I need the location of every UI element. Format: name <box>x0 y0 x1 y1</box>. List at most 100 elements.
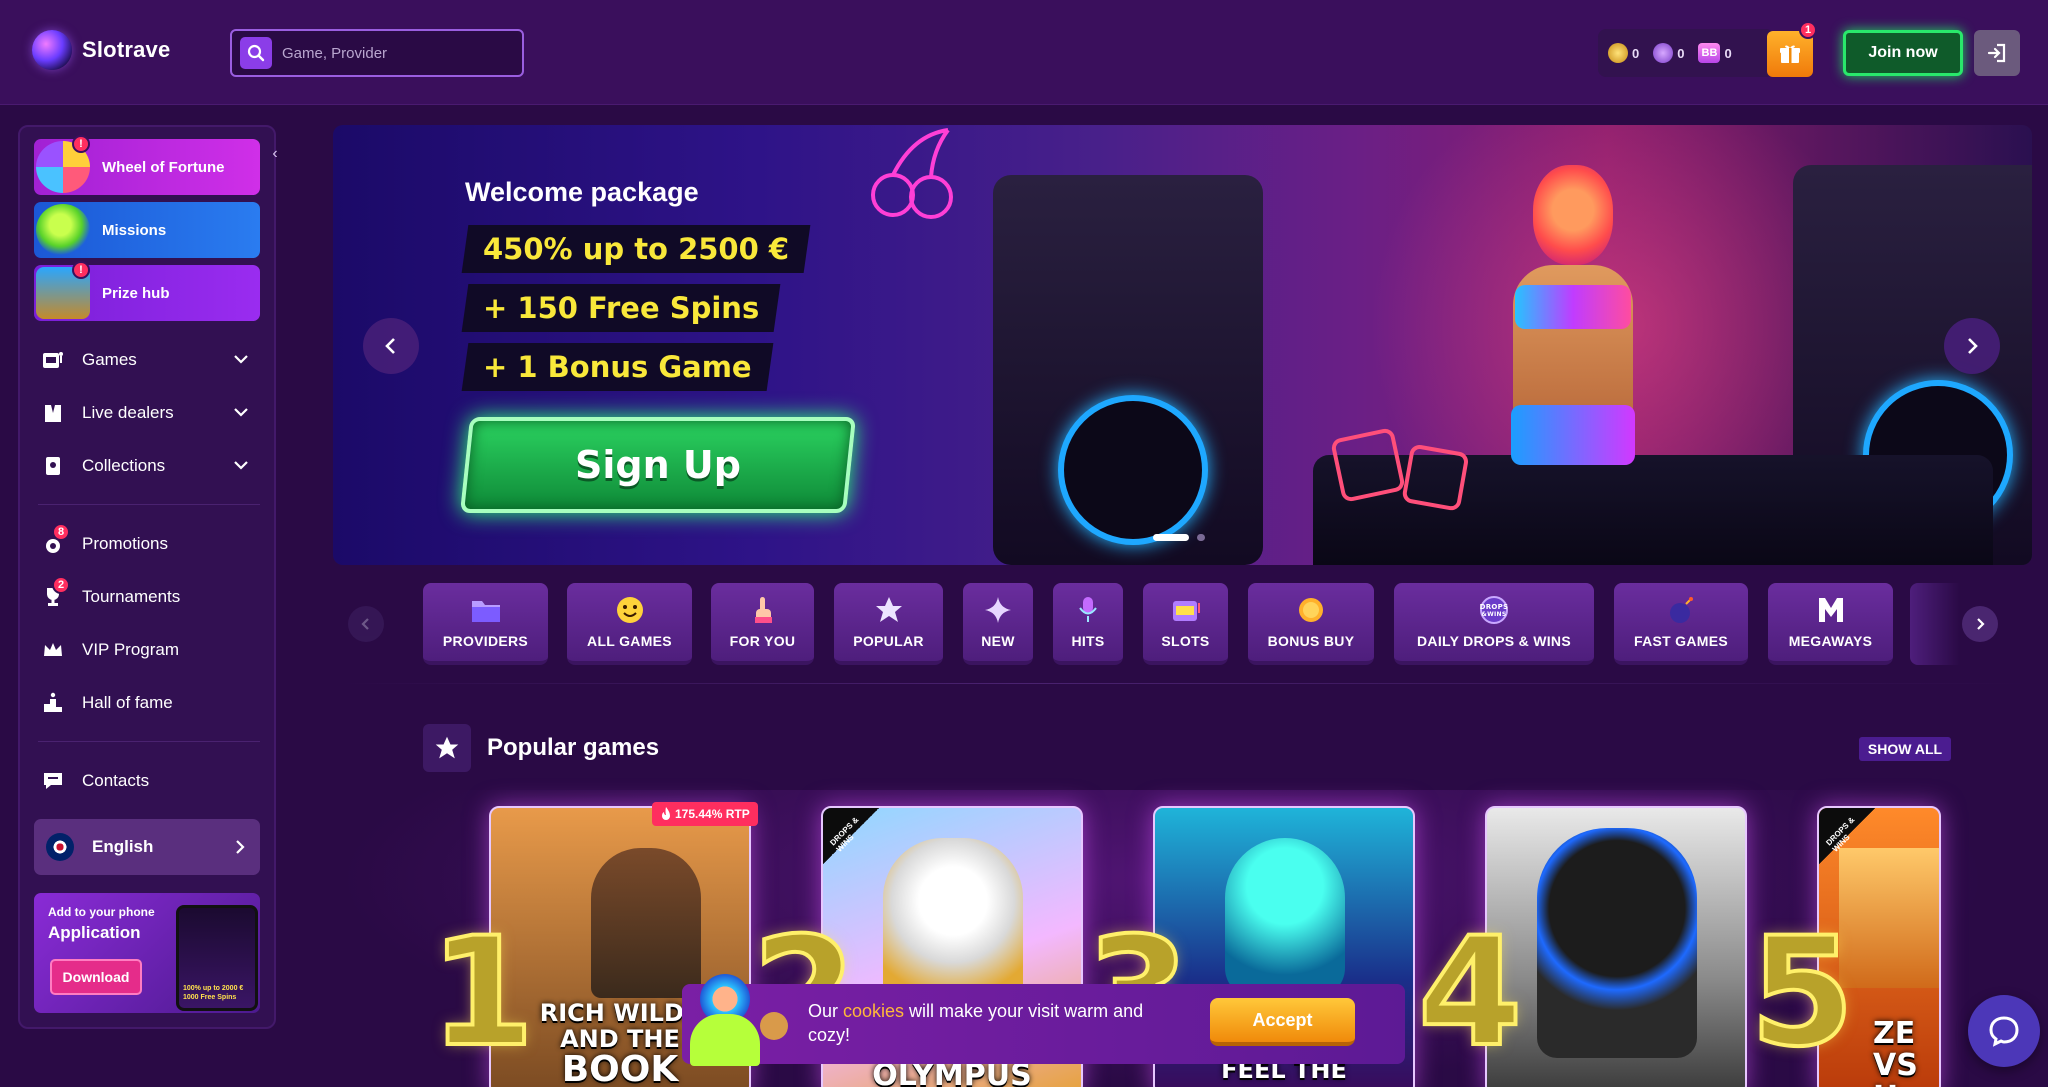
sign-up-button[interactable]: Sign Up <box>459 417 857 513</box>
category-hits[interactable]: HITS <box>1053 583 1123 665</box>
cherries-icon <box>871 128 953 219</box>
download-button[interactable]: Download <box>50 959 142 995</box>
section-divider <box>340 683 2030 684</box>
cookies-link[interactable]: cookies <box>843 1001 904 1021</box>
category-daily-drops-wins[interactable]: DROPS &WINS DAILY DROPS & WINS <box>1394 583 1594 665</box>
trophy-icon: 2 <box>40 576 71 610</box>
nav-games[interactable]: Games <box>40 340 260 380</box>
nav-vip-program[interactable]: VIP Program <box>40 630 260 670</box>
missions-label: Missions <box>102 221 167 239</box>
nav-hall-of-fame-label: Hall of fame <box>82 693 173 712</box>
accept-cookies-button[interactable]: Accept <box>1210 998 1355 1046</box>
game-card-4[interactable] <box>1485 806 1747 1087</box>
login-icon <box>1987 43 2006 63</box>
sparkle-icon <box>981 593 1015 627</box>
wheel-of-fortune-card[interactable]: Wheel of Fortune ! <box>34 135 260 195</box>
chevron-left-icon <box>385 338 395 354</box>
app-title: Application <box>48 923 141 942</box>
search-box[interactable] <box>230 29 524 77</box>
folder-icon <box>469 593 503 627</box>
nav-promotions[interactable]: 8 Promotions <box>40 523 260 564</box>
chevron-right-icon <box>1968 338 1978 354</box>
category-all-games-label: ALL GAMES <box>587 633 672 649</box>
logo-icon <box>32 30 72 70</box>
category-megaways[interactable]: MEGAWAYS <box>1768 583 1893 665</box>
flame-icon <box>662 807 670 820</box>
category-new[interactable]: NEW <box>963 583 1033 665</box>
slide-dot-2[interactable] <box>1197 534 1205 541</box>
nav-hall-of-fame[interactable]: Hall of fame <box>40 683 260 723</box>
prize-hub-label: Prize hub <box>102 284 170 302</box>
free-spins-value: 0 <box>1677 45 1685 61</box>
nav-promotions-label: Promotions <box>82 534 168 553</box>
banner-prev-button[interactable] <box>363 318 419 374</box>
missions-card[interactable]: Missions <box>34 202 260 258</box>
category-new-label: NEW <box>981 633 1015 649</box>
chevron-down-icon <box>234 355 248 364</box>
prize-hub-card[interactable]: Prize hub ! <box>34 261 260 321</box>
chevron-right-icon <box>1977 618 1985 630</box>
category-popular[interactable]: POPULAR <box>834 583 943 665</box>
category-fast-games-label: FAST GAMES <box>1633 633 1728 649</box>
microphone-icon <box>1071 593 1105 627</box>
category-bonus-buy[interactable]: BONUS BUY <box>1248 583 1374 665</box>
rtp-badge: 175.44% RTP <box>652 802 758 826</box>
nav-live-dealers[interactable]: Live dealers <box>40 393 260 433</box>
uk-flag-icon <box>46 833 74 861</box>
category-providers[interactable]: PROVIDERS <box>423 583 548 665</box>
slide-dot-1[interactable] <box>1153 534 1189 541</box>
pointing-hand-icon <box>746 593 780 627</box>
drops-wins-tag: DROPS & WINS <box>823 808 879 864</box>
search-input[interactable] <box>282 44 502 62</box>
cocktail-icon <box>36 204 90 256</box>
wheel-badge: ! <box>72 135 90 153</box>
star-icon <box>872 593 906 627</box>
gold-coin-balance: 0 <box>1608 43 1639 63</box>
categories-prev-button[interactable] <box>348 606 384 642</box>
banner-title: Welcome package <box>465 177 699 207</box>
nav-contacts[interactable]: Contacts <box>40 761 260 801</box>
chat-bubble-icon <box>40 768 66 794</box>
bonus-buy-value: 0 <box>1724 45 1732 61</box>
language-selector[interactable]: English <box>34 819 260 875</box>
balances-panel[interactable]: 0 0 BB 0 <box>1598 29 1774 77</box>
search-icon[interactable] <box>240 37 272 69</box>
rank-number-1: 1 <box>428 906 536 1080</box>
login-button[interactable] <box>1974 30 2020 76</box>
banner-next-button[interactable] <box>1944 318 2000 374</box>
slot-machine-icon <box>40 347 66 373</box>
game-3-character <box>1225 838 1345 998</box>
categories-next-button[interactable] <box>1962 606 1998 642</box>
live-chat-button[interactable] <box>1968 995 2040 1067</box>
svg-text:&WINS: &WINS <box>1482 611 1507 618</box>
nav-collections[interactable]: Collections <box>40 446 260 486</box>
gift-button[interactable]: 1 <box>1767 21 1818 77</box>
category-all-games[interactable]: ALL GAMES <box>567 583 692 665</box>
category-for-you[interactable]: FOR YOU <box>711 583 814 665</box>
site-logo[interactable]: Slotrave <box>32 30 170 70</box>
dealer-icon <box>40 400 66 426</box>
wheel-of-fortune-label: Wheel of Fortune <box>102 158 225 176</box>
chevron-down-icon <box>234 461 248 470</box>
join-now-button[interactable]: Join now <box>1843 30 1963 76</box>
cookie-text: Our cookies will make your visit warm an… <box>808 1001 1144 1045</box>
smiley-icon <box>613 593 647 627</box>
popular-star-icon <box>423 724 471 772</box>
category-overflow-fade <box>1910 583 1960 665</box>
category-slots[interactable]: SLOTS <box>1143 583 1228 665</box>
hero-banner[interactable]: Welcome package 450% up to 2500 € + 150 … <box>333 125 2032 565</box>
nav-collections-label: Collections <box>82 456 166 475</box>
category-megaways-label: MEGAWAYS <box>1788 633 1873 649</box>
collapse-sidebar-icon[interactable]: ‹ <box>265 142 285 166</box>
prize-hub-badge: ! <box>72 261 90 279</box>
nav-tournaments[interactable]: 2 Tournaments <box>40 576 260 617</box>
drops-wins-icon: DROPS &WINS <box>1477 593 1511 627</box>
promotions-badge: 8 <box>52 523 71 541</box>
show-all-button[interactable]: SHOW ALL <box>1859 737 1951 761</box>
gift-icon <box>1780 45 1800 63</box>
chevron-down-icon <box>234 408 248 417</box>
category-fast-games[interactable]: FAST GAMES <box>1614 583 1748 665</box>
svg-text:DROPS: DROPS <box>1480 603 1509 611</box>
coin-icon <box>1294 593 1328 627</box>
phone-promo-text: 100% up to 2000 €1000 Free Spins <box>183 985 244 1001</box>
